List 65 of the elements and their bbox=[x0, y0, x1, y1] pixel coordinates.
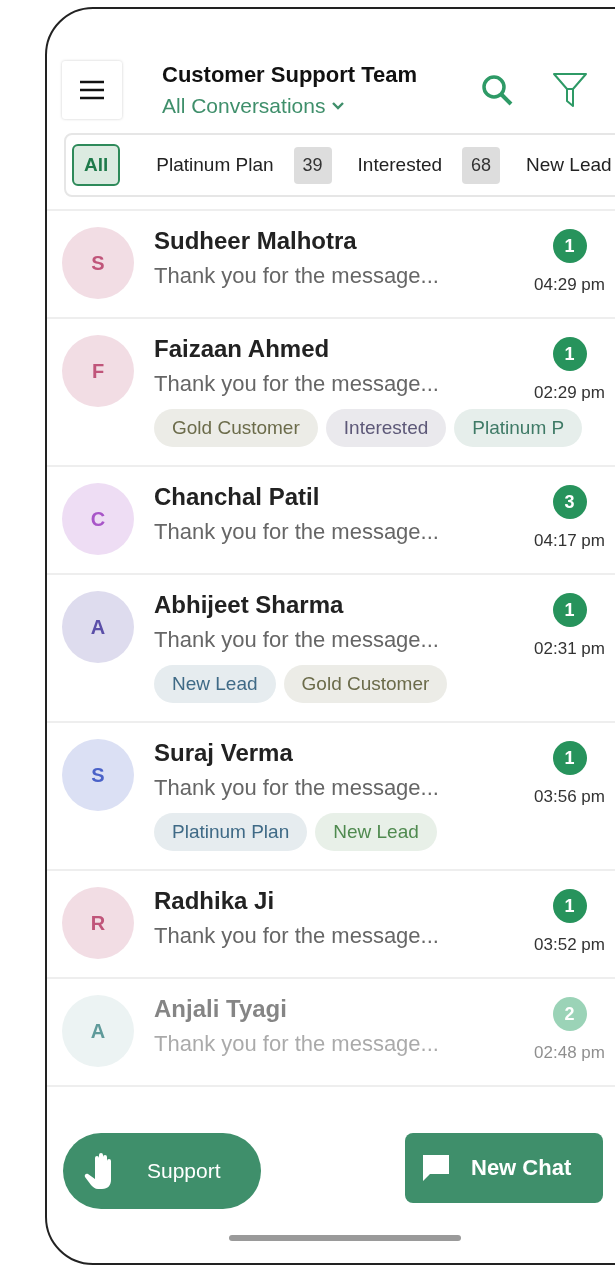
conversation-row[interactable]: F Faizaan Ahmed Thank you for the message... Gold Customer Interested Platinum P 1 02:29 pm bbox=[47, 319, 615, 467]
message-preview: Thank you for the message... bbox=[154, 775, 440, 801]
filter-tab[interactable]: All bbox=[72, 144, 121, 186]
contact-name: Chanchal Patil bbox=[154, 483, 321, 511]
conversation-row[interactable]: R Radhika Ji Thank you for the message... 1 03:52 pm bbox=[47, 871, 615, 979]
message-preview: Thank you for the message... bbox=[154, 519, 440, 545]
conversation-dropdown[interactable]: All Conversations bbox=[162, 94, 346, 118]
message-time: 03:56 pm bbox=[534, 787, 605, 807]
contact-tag: New Lead bbox=[154, 665, 276, 703]
new-chat-button[interactable]: New Chat bbox=[405, 1133, 603, 1203]
avatar-initial: F bbox=[91, 359, 105, 383]
conversation-row[interactable]: A Anjali Tyagi Thank you for the message... 2 02:48 pm bbox=[47, 979, 615, 1087]
contact-tag: Platinum Plan bbox=[154, 813, 308, 851]
contact-tag: Gold Customer bbox=[283, 665, 448, 703]
filter-button[interactable] bbox=[552, 72, 588, 108]
message-time: 02:48 pm bbox=[534, 1043, 605, 1063]
conversation-row[interactable]: A Abhijeet Sharma Thank you for the message... New Lead Gold Customer 1 02:31 pm bbox=[47, 575, 615, 723]
unread-badge: 1 bbox=[552, 741, 587, 775]
message-preview: Thank you for the message... bbox=[154, 263, 440, 289]
message-preview: Thank you for the message... bbox=[154, 627, 440, 653]
contact-name: Radhika Ji bbox=[154, 887, 276, 915]
conversation-row[interactable]: C Chanchal Patil Thank you for the message... 3 04:17 pm bbox=[47, 467, 615, 575]
avatar-initial: R bbox=[90, 911, 106, 935]
filter-tab[interactable]: Interested bbox=[345, 144, 455, 186]
unread-badge: 3 bbox=[552, 485, 587, 519]
message-time: 04:29 pm bbox=[534, 275, 605, 295]
conversation-row[interactable]: S Suraj Verma Thank you for the message... Platinum Plan New Lead 1 03:56 pm bbox=[47, 723, 615, 871]
message-preview: Thank you for the message... bbox=[154, 923, 440, 949]
contact-tag: Interested bbox=[325, 409, 447, 447]
contact-name: Abhijeet Sharma bbox=[154, 591, 345, 619]
contact-tag: Gold Customer bbox=[154, 409, 318, 447]
contact-name: Suraj Verma bbox=[154, 739, 294, 767]
message-time: 03:52 pm bbox=[534, 935, 605, 955]
filter-count: 68 bbox=[462, 146, 501, 184]
support-button[interactable]: Support bbox=[63, 1133, 261, 1209]
unread-badge: 1 bbox=[552, 229, 587, 263]
conversation-row[interactable]: S Sudheer Malhotra Thank you for the message... 1 04:29 pm bbox=[47, 211, 615, 319]
avatar-initial: A bbox=[90, 1019, 106, 1043]
avatar-initial: C bbox=[90, 507, 106, 531]
team-title: Customer Support Team bbox=[162, 62, 419, 88]
message-time: 04:17 pm bbox=[534, 531, 605, 551]
unread-badge: 1 bbox=[552, 889, 587, 923]
filter-tab[interactable]: Platinum Plan bbox=[144, 144, 286, 186]
avatar-initial: A bbox=[90, 615, 106, 639]
contact-tag: Platinum P bbox=[454, 409, 583, 447]
chevron-down-icon bbox=[331, 101, 346, 111]
message-preview: Thank you for the message... bbox=[154, 371, 440, 397]
unread-badge: 1 bbox=[552, 337, 587, 371]
message-time: 02:31 pm bbox=[534, 639, 605, 659]
menu-button[interactable] bbox=[62, 61, 122, 119]
search-button[interactable] bbox=[480, 73, 514, 107]
filter-tab[interactable]: New Lead bbox=[514, 144, 615, 186]
contact-tag: New Lead bbox=[315, 813, 437, 851]
avatar-initial: S bbox=[91, 251, 105, 275]
menu-icon bbox=[79, 80, 105, 100]
avatar-initial: S bbox=[91, 763, 105, 787]
unread-badge: 1 bbox=[552, 593, 587, 627]
contact-name: Anjali Tyagi bbox=[154, 995, 288, 1023]
unread-badge: 2 bbox=[552, 997, 587, 1031]
contact-name: Faizaan Ahmed bbox=[154, 335, 331, 363]
chat-bubble-icon bbox=[421, 1153, 451, 1183]
message-time: 02:29 pm bbox=[534, 383, 605, 403]
message-preview: Thank you for the message... bbox=[154, 1031, 440, 1057]
filter-count: 39 bbox=[293, 146, 332, 184]
contact-name: Sudheer Malhotra bbox=[154, 227, 358, 255]
